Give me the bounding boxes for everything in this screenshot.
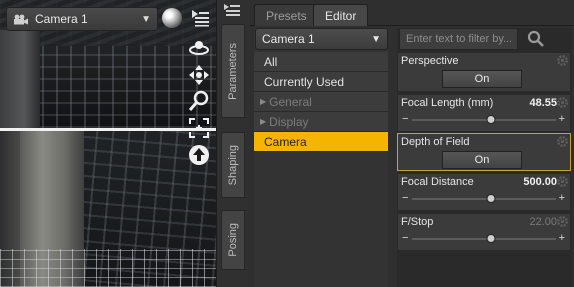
property-group-list: All Currently Used ▶ General ▶ Display C… [254, 52, 388, 152]
search-button[interactable] [520, 28, 552, 50]
decrement-icon[interactable]: − [402, 232, 408, 244]
pan-tool[interactable] [188, 64, 210, 86]
property-value[interactable]: 500.00 [523, 176, 557, 188]
group-item-label: Camera [264, 134, 307, 149]
property-perspective: Perspective On [397, 52, 571, 92]
focal-length-slider[interactable]: − + [398, 111, 570, 129]
search-icon [527, 30, 544, 47]
gear-icon[interactable] [557, 97, 568, 108]
property-fstop: F/Stop 22.00 − + [397, 213, 571, 251]
camera-icon [14, 14, 28, 24]
chevron-down-icon: ▼ [371, 33, 381, 45]
pane-tab-strip: Parameters Shaping Posing [216, 0, 250, 287]
slider-track[interactable] [412, 198, 556, 200]
toggle-value: On [474, 73, 490, 85]
tab-editor-label: Editor [325, 8, 357, 23]
group-item-label: General [269, 94, 312, 109]
scene-wall [0, 30, 40, 128]
3d-viewport[interactable]: Camera 1 ▼ [0, 0, 216, 287]
slider-track[interactable] [412, 238, 556, 240]
gear-icon[interactable] [557, 176, 568, 187]
tab-shaping[interactable]: Shaping [221, 132, 245, 198]
frame-icon [189, 118, 209, 138]
viewport-menu-icon[interactable] [190, 9, 210, 27]
node-select[interactable]: Camera 1 ▼ [255, 28, 388, 50]
property-label: Depth of Field [401, 136, 470, 148]
node-select-label: Camera 1 [262, 32, 315, 46]
zoom-tool[interactable] [188, 90, 210, 112]
increment-icon[interactable]: + [559, 113, 565, 125]
group-item-label: Currently Used [264, 74, 345, 89]
zoom-icon [188, 90, 209, 111]
tab-presets[interactable]: Presets [254, 4, 319, 26]
fstop-slider[interactable]: − + [398, 230, 570, 248]
slider-knob[interactable] [486, 115, 496, 124]
preview-sphere-icon[interactable] [162, 8, 182, 28]
property-label: Focal Distance [401, 176, 474, 188]
property-label: Focal Length (mm) [401, 97, 494, 109]
pane-tabs: Presets Editor [250, 4, 574, 26]
parameters-pane: Presets Editor Camera 1 ▼ All Currently … [250, 0, 574, 287]
chevron-down-icon: ▼ [141, 13, 151, 25]
group-item-display[interactable]: ▶ Display [254, 112, 388, 132]
tab-parameters-label: Parameters [227, 42, 239, 100]
reset-icon [189, 145, 209, 165]
group-item-general[interactable]: ▶ General [254, 92, 388, 112]
property-value[interactable]: 22.00 [529, 216, 557, 228]
decrement-icon[interactable]: − [402, 113, 408, 125]
group-item-all[interactable]: All [254, 52, 388, 72]
viewport-bottom-view[interactable] [0, 131, 216, 287]
tab-posing-label: Posing [227, 223, 239, 257]
group-item-camera[interactable]: Camera [254, 132, 388, 152]
property-editor: Perspective On Focal Length (mm) 48.55 −… [397, 28, 572, 287]
orbit-tool[interactable] [188, 36, 210, 58]
tab-posing[interactable]: Posing [221, 210, 245, 270]
property-focal-length: Focal Length (mm) 48.55 − + [397, 94, 571, 132]
gear-icon[interactable] [557, 216, 568, 227]
pan-icon [189, 65, 209, 85]
property-groups-panel: Camera 1 ▼ All Currently Used ▶ General … [254, 28, 388, 287]
tab-presets-label: Presets [266, 8, 307, 23]
group-item-currently-used[interactable]: Currently Used [254, 72, 388, 92]
property-focal-distance: Focal Distance 500.00 − + [397, 173, 571, 211]
pane-menu-icon[interactable] [223, 3, 241, 17]
expand-arrow-icon[interactable]: ▶ [260, 117, 266, 126]
gear-icon[interactable] [557, 136, 568, 147]
gear-icon[interactable] [557, 55, 568, 66]
camera-select-label: Camera 1 [35, 12, 88, 26]
group-item-label: All [264, 54, 278, 69]
camera-select[interactable]: Camera 1 ▼ [6, 7, 158, 31]
slider-knob[interactable] [486, 234, 496, 243]
reset-tool[interactable] [188, 144, 210, 166]
slider-knob[interactable] [486, 194, 496, 203]
increment-icon[interactable]: + [559, 192, 565, 204]
perspective-toggle[interactable]: On [442, 70, 522, 88]
property-value[interactable]: 48.55 [529, 97, 557, 109]
frame-tool[interactable] [188, 117, 210, 139]
tab-editor[interactable]: Editor [313, 4, 369, 26]
filter-input[interactable] [399, 28, 518, 50]
property-label: Perspective [401, 55, 459, 67]
decrement-icon[interactable]: − [402, 192, 408, 204]
scene-floor-grid [0, 249, 216, 287]
depth-of-field-toggle[interactable]: On [442, 151, 522, 169]
tab-parameters[interactable]: Parameters [221, 24, 245, 118]
toggle-value: On [474, 154, 490, 166]
expand-arrow-icon[interactable]: ▶ [260, 97, 266, 106]
property-depth-of-field: Depth of Field On [397, 133, 571, 171]
orbit-icon [189, 41, 209, 55]
focal-distance-slider[interactable]: − + [398, 190, 570, 208]
slider-track[interactable] [412, 119, 556, 121]
tab-shaping-label: Shaping [227, 144, 239, 186]
increment-icon[interactable]: + [559, 232, 565, 244]
group-item-label: Display [269, 114, 309, 129]
property-label: F/Stop [401, 216, 434, 228]
